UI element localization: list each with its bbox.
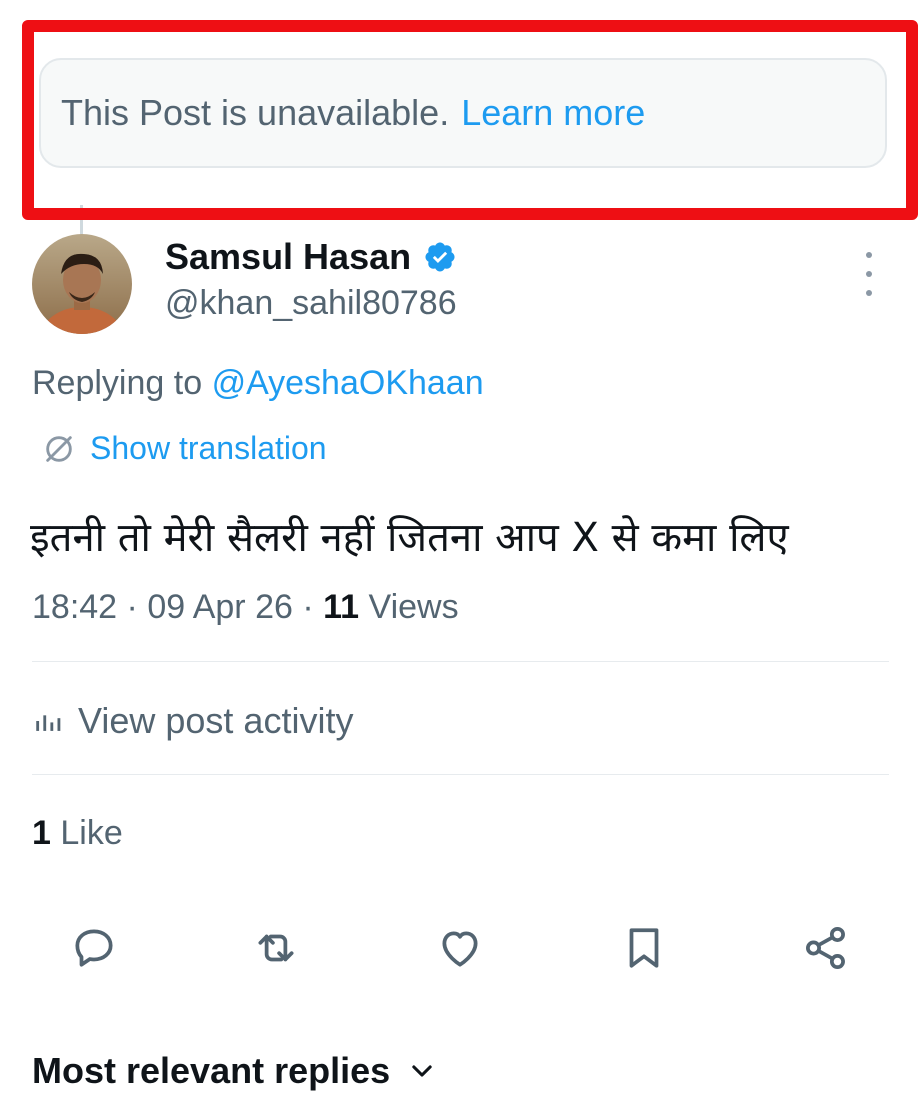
replying-to-line: Replying to @AyeshaOKhaan: [32, 364, 484, 403]
post-time[interactable]: 18:42: [32, 588, 117, 626]
likes-summary[interactable]: 1 Like: [32, 814, 123, 853]
replying-label: Replying to: [32, 364, 203, 402]
replying-to-mention[interactable]: @AyeshaOKhaan: [212, 364, 484, 402]
likes-count[interactable]: 1: [32, 814, 51, 852]
divider: [32, 774, 889, 775]
dot-icon: [866, 252, 872, 258]
show-translation-label[interactable]: Show translation: [90, 430, 327, 467]
divider: [32, 661, 889, 662]
avatar[interactable]: [32, 234, 132, 334]
replies-sort-dropdown[interactable]: Most relevant replies: [32, 1050, 436, 1092]
share-button[interactable]: [798, 920, 854, 976]
views-count: 11: [323, 588, 360, 626]
bookmark-icon: [629, 928, 659, 968]
author-name-text[interactable]: Samsul Hasan: [165, 236, 411, 278]
post-metadata: 18:42 · 09 Apr 26 · 11 Views: [32, 588, 459, 627]
more-options-button[interactable]: [855, 252, 883, 296]
replies-header-label[interactable]: Most relevant replies: [32, 1050, 390, 1092]
reply-button[interactable]: [66, 920, 122, 976]
likes-label[interactable]: Like: [60, 814, 122, 852]
analytics-icon: [36, 715, 61, 731]
translate-icon: [46, 435, 72, 462]
share-icon: [805, 926, 845, 970]
author-name[interactable]: Samsul Hasan: [165, 236, 457, 278]
separator-dot: ·: [302, 588, 324, 626]
show-translation-button[interactable]: Show translation: [42, 430, 327, 467]
author-handle[interactable]: @khan_sahil80786: [165, 284, 457, 323]
view-post-activity-button[interactable]: View post activity: [32, 700, 353, 742]
comment-icon: [75, 929, 113, 967]
post-text: इतनी तो मेरी सैलरी नहीं जितना आप X से कम…: [30, 515, 789, 561]
dot-icon: [866, 290, 872, 296]
chevron-down-icon: [412, 1065, 432, 1077]
post-date[interactable]: 09 Apr 26: [147, 588, 293, 626]
separator-dot: ·: [126, 588, 148, 626]
like-icon: [442, 931, 478, 967]
repost-icon: [258, 934, 294, 962]
red-highlight-box: [22, 20, 918, 220]
like-button[interactable]: [432, 920, 488, 976]
repost-button[interactable]: [248, 920, 304, 976]
dot-icon: [866, 271, 872, 277]
views-label: Views: [368, 588, 459, 626]
bookmark-button[interactable]: [616, 920, 672, 976]
verified-badge-icon: [425, 242, 455, 272]
view-post-activity-label[interactable]: View post activity: [78, 700, 353, 742]
